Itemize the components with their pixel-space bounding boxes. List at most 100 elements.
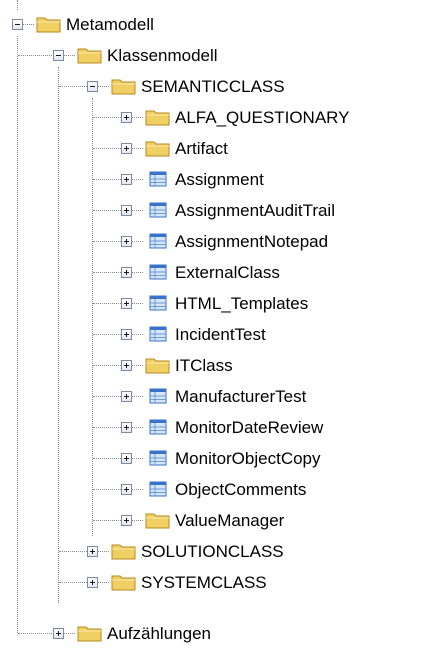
class-icon <box>149 295 167 311</box>
expand-toggle-assignment[interactable] <box>121 174 132 185</box>
tree-connector <box>131 117 143 118</box>
tree-node-semanticclass[interactable]: SEMANTICCLASS <box>0 72 432 103</box>
tree-node-label[interactable]: HTML_Templates <box>175 294 308 314</box>
class-icon <box>149 171 167 187</box>
class-icon <box>149 481 167 497</box>
expand-toggle-aufzaehlungen[interactable] <box>53 628 64 639</box>
tree-node-label[interactable]: AssignmentAuditTrail <box>175 201 335 221</box>
folder-icon <box>145 141 170 157</box>
tree-connector <box>93 365 121 366</box>
expand-toggle-external-class[interactable] <box>121 267 132 278</box>
tree-node-external-class[interactable]: ExternalClass <box>0 258 432 289</box>
tree-connector <box>131 396 143 397</box>
tree-node-label[interactable]: ALFA_QUESTIONARY <box>175 108 349 128</box>
expand-toggle-incident-test[interactable] <box>121 329 132 340</box>
tree-node-monitor-date-review[interactable]: MonitorDateReview <box>0 413 432 444</box>
class-icon <box>149 202 167 218</box>
expand-toggle-artifact[interactable] <box>121 143 132 154</box>
tree-node-metamodell[interactable]: Metamodell <box>0 10 432 41</box>
folder-icon <box>36 17 61 33</box>
tree-node-label[interactable]: ObjectComments <box>175 480 306 500</box>
folder-icon <box>145 110 170 126</box>
tree-node-label[interactable]: ExternalClass <box>175 263 280 283</box>
expand-toggle-itclass[interactable] <box>121 360 132 371</box>
tree-connector <box>93 334 121 335</box>
tree-node-label[interactable]: SEMANTICCLASS <box>141 77 285 97</box>
tree-connector <box>17 0 18 10</box>
tree-connector <box>22 24 34 25</box>
tree-node-label[interactable]: Artifact <box>175 139 228 159</box>
tree-node-label[interactable]: SOLUTIONCLASS <box>141 542 284 562</box>
tree-connector <box>131 210 143 211</box>
tree-node-label[interactable]: ValueManager <box>175 511 284 531</box>
expand-toggle-monitor-date-review[interactable] <box>121 422 132 433</box>
expand-toggle-assignment-notepad[interactable] <box>121 236 132 247</box>
expand-toggle-monitor-object-copy[interactable] <box>121 453 132 464</box>
collapse-toggle-klassenmodell[interactable] <box>53 50 64 61</box>
tree-node-label[interactable]: MonitorObjectCopy <box>175 449 321 469</box>
collapse-toggle-semanticclass[interactable] <box>87 81 98 92</box>
tree-connector <box>63 633 75 634</box>
tree-node-value-manager[interactable]: ValueManager <box>0 506 432 537</box>
tree-connector <box>93 396 121 397</box>
tree-connector <box>97 551 109 552</box>
expand-toggle-solutionclass[interactable] <box>87 546 98 557</box>
tree-node-assignment[interactable]: Assignment <box>0 165 432 196</box>
expand-toggle-object-comments[interactable] <box>121 484 132 495</box>
tree-connector <box>131 365 143 366</box>
folder-icon <box>111 575 136 591</box>
tree-connector <box>93 303 121 304</box>
tree-node-alfa-questionary[interactable]: ALFA_QUESTIONARY <box>0 103 432 134</box>
tree-node-assignment-audit-trail[interactable]: AssignmentAuditTrail <box>0 196 432 227</box>
tree-node-solutionclass[interactable]: SOLUTIONCLASS <box>0 537 432 568</box>
tree-node-incident-test[interactable]: IncidentTest <box>0 320 432 351</box>
tree-node-label[interactable]: Metamodell <box>66 15 154 35</box>
tree-node-label[interactable]: ITClass <box>175 356 233 376</box>
class-icon <box>149 450 167 466</box>
tree-connector <box>131 334 143 335</box>
tree-connector <box>93 458 121 459</box>
tree-node-systemclass[interactable]: SYSTEMCLASS <box>0 568 432 599</box>
tree-connector <box>131 179 143 180</box>
folder-icon <box>77 626 102 642</box>
expand-toggle-value-manager[interactable] <box>121 515 132 526</box>
class-icon <box>149 264 167 280</box>
tree-node-klassenmodell[interactable]: Klassenmodell <box>0 41 432 72</box>
folder-icon <box>111 544 136 560</box>
tree-connector <box>131 458 143 459</box>
tree-connector <box>97 582 109 583</box>
tree-node-label[interactable]: MonitorDateReview <box>175 418 323 438</box>
tree-node-label[interactable]: IncidentTest <box>175 325 266 345</box>
tree-node-label[interactable]: Aufzählungen <box>107 624 211 644</box>
expand-toggle-systemclass[interactable] <box>87 577 98 588</box>
expand-toggle-html-templates[interactable] <box>121 298 132 309</box>
class-icon <box>149 233 167 249</box>
tree-node-artifact[interactable]: Artifact <box>0 134 432 165</box>
tree-node-label[interactable]: ManufacturerTest <box>175 387 306 407</box>
tree-node-monitor-object-copy[interactable]: MonitorObjectCopy <box>0 444 432 475</box>
tree-connector <box>18 55 54 56</box>
expand-toggle-assignment-audit-trail[interactable] <box>121 205 132 216</box>
collapse-toggle-metamodell[interactable] <box>12 19 23 30</box>
tree-node-object-comments[interactable]: ObjectComments <box>0 475 432 506</box>
expand-toggle-manufacturer-test[interactable] <box>121 391 132 402</box>
tree-connector <box>131 427 143 428</box>
tree-node-aufzaehlungen[interactable]: Aufzählungen <box>0 619 432 650</box>
tree-node-assignment-notepad[interactable]: AssignmentNotepad <box>0 227 432 258</box>
expand-toggle-alfa-questionary[interactable] <box>121 112 132 123</box>
class-icon <box>149 326 167 342</box>
tree-node-label[interactable]: Assignment <box>175 170 264 190</box>
tree-node-html-templates[interactable]: HTML_Templates <box>0 289 432 320</box>
folder-icon <box>145 358 170 374</box>
tree-connector <box>59 582 87 583</box>
tree-connector <box>93 179 121 180</box>
tree-connector <box>63 55 75 56</box>
tree-connector <box>131 520 143 521</box>
tree-node-label[interactable]: Klassenmodell <box>107 46 218 66</box>
folder-icon <box>111 79 136 95</box>
tree-node-label[interactable]: SYSTEMCLASS <box>141 573 267 593</box>
folder-icon <box>77 48 102 64</box>
tree-node-manufacturer-test[interactable]: ManufacturerTest <box>0 382 432 413</box>
tree-node-label[interactable]: AssignmentNotepad <box>175 232 328 252</box>
tree-node-itclass[interactable]: ITClass <box>0 351 432 382</box>
